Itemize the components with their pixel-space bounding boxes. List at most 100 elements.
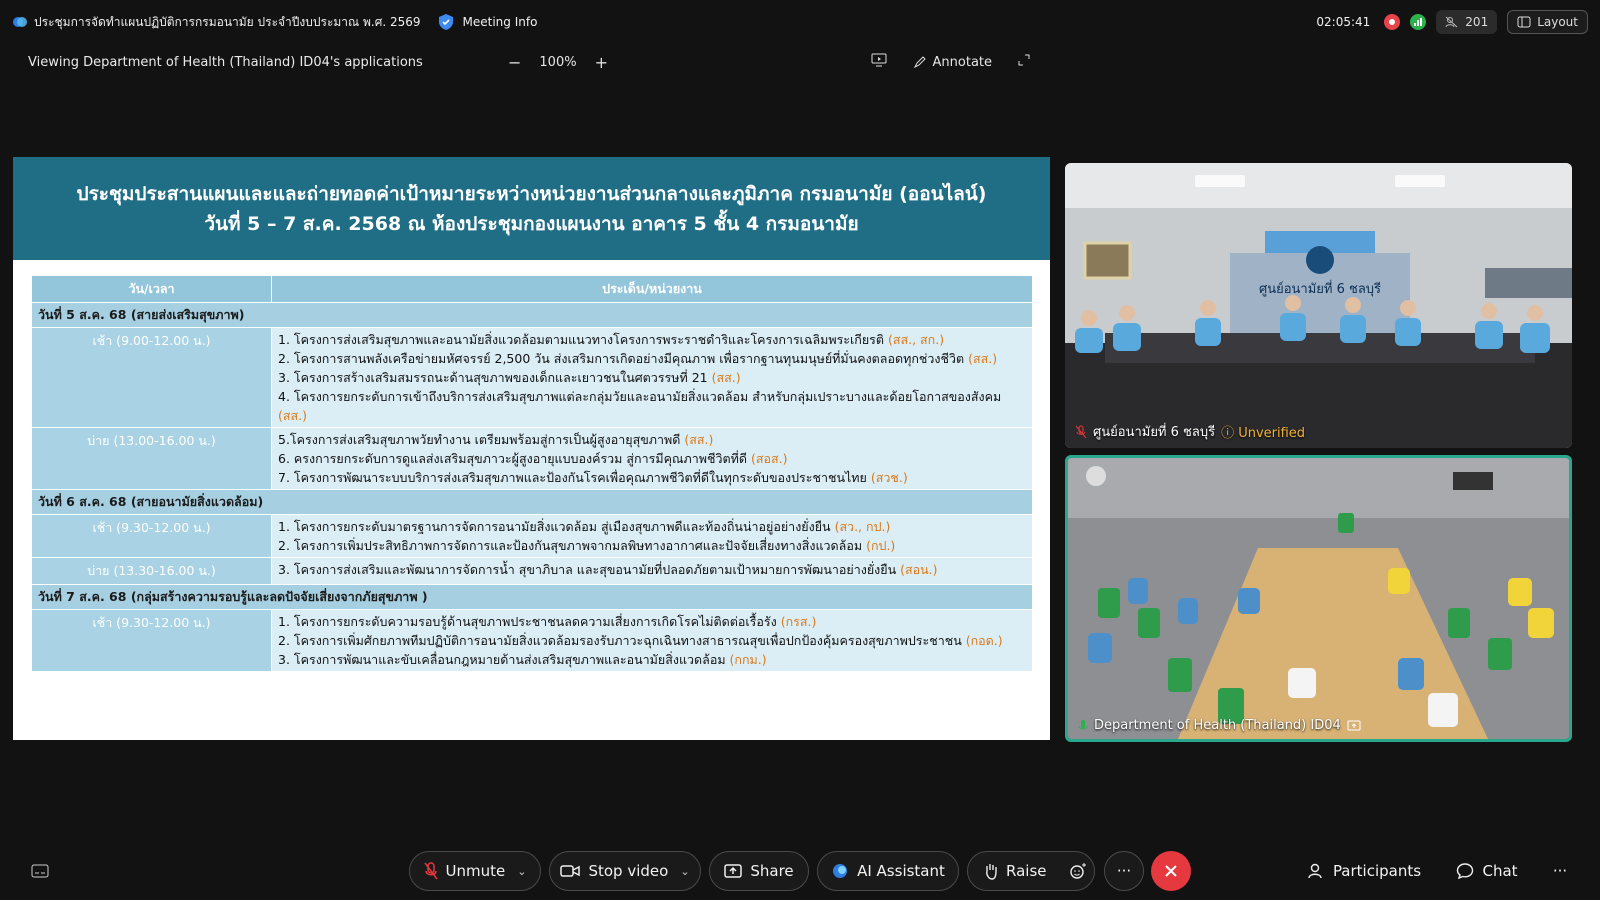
network-quality-icon[interactable] xyxy=(1410,14,1427,30)
items-cell: 3. โครงการส่งเสริมและพัฒนาการจัดการน้ำ ส… xyxy=(272,558,1032,584)
fullscreen-icon[interactable] xyxy=(1018,54,1030,70)
tile-2-name: Department of Health (Thailand) ID04 xyxy=(1094,718,1341,733)
muted-mic-icon xyxy=(1075,425,1087,438)
agenda-table: วัน/เวลา ประเด็น/หน่วยงาน วันที่ 5 ส.ค. … xyxy=(32,276,1032,672)
tile-2-name-bar: Department of Health (Thailand) ID04 xyxy=(1078,718,1361,733)
viewing-label: Viewing Department of Health (Thailand) … xyxy=(28,54,423,70)
remote-control-icon[interactable] xyxy=(871,53,887,71)
table-row: เช้า (9.30-12.00 น.) 1. โครงการยกระดับคว… xyxy=(32,610,1032,672)
chat-button[interactable]: Chat xyxy=(1454,851,1520,891)
day-label: วันที่ 7 ส.ค. 68 xyxy=(38,589,127,604)
zoom-out-button[interactable]: − xyxy=(508,53,521,72)
day-row-3: วันที่ 7 ส.ค. 68 (กลุ่มสร้างความรอบรู้แล… xyxy=(32,585,1032,610)
chevron-down-icon[interactable]: ⌄ xyxy=(680,865,689,878)
items-cell: 1. โครงการยกระดับความรอบรู้ด้านสุขภาพประ… xyxy=(272,610,1032,671)
ai-assistant-button[interactable]: AI Assistant xyxy=(817,851,959,891)
zoom-in-button[interactable]: + xyxy=(595,53,608,72)
title-bar: ประชุมการจัดทำแผนปฏิบัติการกรมอนามัย ประ… xyxy=(0,0,1600,44)
reaction-icon[interactable] xyxy=(1069,862,1087,880)
leave-button[interactable] xyxy=(1151,851,1191,891)
slide-header: ประชุมประสานแผนและและถ่ายทอดค่าเป้าหมายร… xyxy=(13,157,1050,260)
video-camera-icon xyxy=(560,865,581,877)
meeting-info-button[interactable]: Meeting Info xyxy=(463,15,538,29)
agenda-item: 2. โครงการเพิ่มประสิทธิภาพการจัดการและป้… xyxy=(278,538,896,553)
app-logo-icon xyxy=(12,14,28,30)
zoom-controls: − 100% + xyxy=(508,53,608,72)
table-row: เช้า (9.00-12.00 น.) 1. โครงการส่งเสริมส… xyxy=(32,328,1032,428)
chat-icon xyxy=(1457,863,1474,880)
annotate-label: Annotate xyxy=(932,54,992,70)
agenda-item: 4. โครงการยกระดับการเข้าถึงบริการส่งเสริ… xyxy=(278,389,1002,423)
agenda-item: 1. โครงการยกระดับมาตรฐานการจัดการอนามัยส… xyxy=(278,519,891,534)
ai-assistant-label: AI Assistant xyxy=(857,862,945,880)
col-topic-header: ประเด็น/หน่วยงาน xyxy=(602,281,702,296)
share-screen-icon xyxy=(724,864,743,878)
time-cell: เช้า (9.30-12.00 น.) xyxy=(32,610,272,671)
screen-share-icon xyxy=(1347,720,1361,730)
participants-count-badge[interactable]: 201 xyxy=(1436,10,1498,34)
participants-icon xyxy=(1308,863,1322,879)
time-cell: บ่าย (13.30-16.00 น.) xyxy=(32,558,272,584)
participants-count: 201 xyxy=(1465,15,1489,29)
share-label: Share xyxy=(750,862,794,880)
time-cell: เช้า (9.00-12.00 น.) xyxy=(32,328,272,427)
share-tools: Annotate xyxy=(871,53,1040,71)
items-cell: 1. โครงการยกระดับมาตรฐานการจัดการอนามัยส… xyxy=(272,515,1032,557)
agenda-item: 5.โครงการส่งเสริมสุขภาพวัยทำงาน เตรียมพร… xyxy=(278,432,714,447)
agenda-item: 1. โครงการส่งเสริมสุขภาพและอนามัยสิ่งแวด… xyxy=(278,332,945,347)
agenda-item: 6. ครงการยกระดับการดูแลส่งเสริมสุขภาวะผู… xyxy=(278,451,788,466)
video-tile-2[interactable]: Department of Health (Thailand) ID04 xyxy=(1065,455,1572,742)
col-time-header: วัน/เวลา xyxy=(32,276,272,302)
share-view-bar: Viewing Department of Health (Thailand) … xyxy=(0,44,1040,80)
recording-icon[interactable] xyxy=(1384,14,1401,30)
participants-button[interactable]: Participants xyxy=(1304,851,1424,891)
layout-label: Layout xyxy=(1537,15,1578,29)
day-theme: (กลุ่มสร้างความรอบรู้และลดปัจจัยเสี่ยงจา… xyxy=(130,589,428,604)
meeting-title: ประชุมการจัดทำแผนปฏิบัติการกรมอนามัย ประ… xyxy=(34,14,421,29)
layout-button[interactable]: Layout xyxy=(1507,10,1588,34)
shared-screen[interactable]: ประชุมประสานแผนและและถ่ายทอดค่าเป้าหมายร… xyxy=(13,157,1050,740)
more-button[interactable]: ··· xyxy=(1104,851,1144,891)
captions-button[interactable] xyxy=(28,851,52,891)
agenda-item: 1. โครงการยกระดับความรอบรู้ด้านสุขภาพประ… xyxy=(278,614,817,629)
hidden-participants-icon xyxy=(1445,16,1458,28)
chevron-down-icon[interactable]: ⌄ xyxy=(517,865,526,878)
zoom-level[interactable]: 100% xyxy=(539,55,576,70)
time-cell: เช้า (9.30-12.00 น.) xyxy=(32,515,272,557)
ai-assistant-icon xyxy=(833,864,848,878)
raise-label: Raise xyxy=(1006,862,1047,880)
meeting-timer: 02:05:41 xyxy=(1316,15,1371,29)
raise-button[interactable]: Raise xyxy=(967,851,1095,891)
stop-video-button[interactable]: Stop video ⌄ xyxy=(549,851,701,891)
agenda-item: 3. โครงการพัฒนาและขับเคลื่อนกฎหมายด้านส่… xyxy=(278,652,767,667)
annotate-button[interactable]: Annotate xyxy=(913,55,992,70)
tile-1-name: ศูนย์อนามัยที่ 6 ชลบุรี xyxy=(1093,425,1216,440)
layout-icon xyxy=(1517,16,1531,28)
share-button[interactable]: Share xyxy=(709,851,809,891)
video-tile-1[interactable]: ศูนย์อนามัยที่ 6 ชลบุรี ศูนย์อนามัยที่ 6… xyxy=(1065,163,1572,448)
slide-title-line2: วันที่ 5 – 7 ส.ค. 2568 ณ ห้องประชุมกองแผ… xyxy=(204,212,859,235)
title-bar-right: 02:05:41 201 Layout xyxy=(1316,10,1588,34)
annotate-icon xyxy=(913,56,926,69)
time-cell: บ่าย (13.00-16.00 น.) xyxy=(32,428,272,489)
tile-1-name-bar: ศูนย์อนามัยที่ 6 ชลบุรี ⓘ Unverified xyxy=(1075,421,1305,442)
meeting-room-video xyxy=(1068,458,1569,739)
table-row: เช้า (9.30-12.00 น.) 1. โครงการยกระดับมา… xyxy=(32,515,1032,558)
meeting-toolbar: Unmute ⌄ Stop video ⌄ Share AI Assistant… xyxy=(0,845,1600,895)
shield-icon[interactable] xyxy=(437,13,455,31)
table-row: บ่าย (13.00-16.00 น.) 5.โครงการส่งเสริมส… xyxy=(32,428,1032,490)
participants-label: Participants xyxy=(1332,862,1422,880)
day-label: วันที่ 6 ส.ค. 68 xyxy=(38,494,127,509)
captions-icon xyxy=(31,864,49,878)
more-icon: ··· xyxy=(1116,862,1132,880)
raise-hand-icon xyxy=(986,864,997,880)
more-options-button[interactable]: ··· xyxy=(1548,851,1572,891)
unmute-button[interactable]: Unmute ⌄ xyxy=(409,851,541,891)
day-row-1: วันที่ 5 ส.ค. 68 (สายส่งเสริมสุขภาพ) xyxy=(32,303,1032,328)
agenda-item: 3. โครงการส่งเสริมและพัฒนาการจัดการน้ำ ส… xyxy=(278,562,938,577)
meeting-room-video: ศูนย์อนามัยที่ 6 ชลบุรี xyxy=(1065,163,1572,448)
unverified-badge: ⓘ Unverified xyxy=(1221,426,1306,441)
items-cell: 1. โครงการส่งเสริมสุขภาพและอนามัยสิ่งแวด… xyxy=(272,328,1032,427)
stop-video-label: Stop video xyxy=(588,862,669,880)
slide-title-line1: ประชุมประสานแผนและและถ่ายทอดค่าเป้าหมายร… xyxy=(76,182,987,205)
